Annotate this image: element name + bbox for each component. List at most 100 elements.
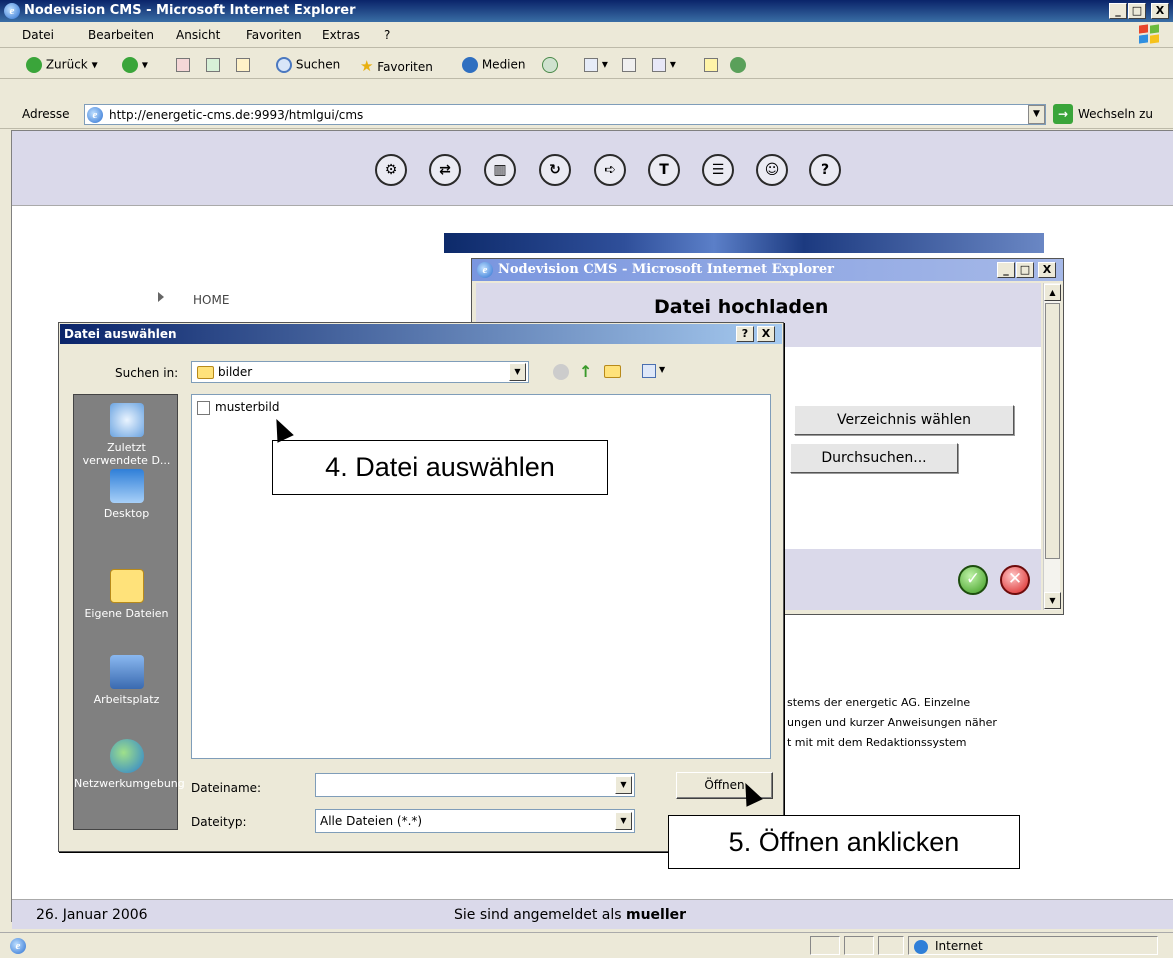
popup-close-button[interactable]: X bbox=[1038, 262, 1056, 278]
login-status: Sie sind angemeldet als mueller bbox=[454, 907, 686, 923]
mail-button[interactable]: ▾ bbox=[584, 57, 608, 72]
filetype-label: Dateityp: bbox=[191, 815, 247, 829]
forward-button[interactable]: ▾ bbox=[122, 57, 148, 73]
media-button[interactable]: Medien bbox=[462, 57, 526, 73]
dialog-title: Datei auswählen bbox=[64, 327, 177, 341]
place-my-documents[interactable]: Eigene Dateien bbox=[74, 569, 179, 620]
place-recent[interactable]: Zuletzt verwendete D... bbox=[74, 403, 179, 467]
scroll-down-icon[interactable]: ▼ bbox=[1044, 592, 1061, 609]
place-network[interactable]: Netzwerkumgebung bbox=[74, 739, 185, 790]
header-banner-image bbox=[444, 233, 1044, 253]
place-my-computer[interactable]: Arbeitsplatz bbox=[74, 655, 179, 706]
place-desktop[interactable]: Desktop bbox=[74, 469, 179, 520]
filetype-select[interactable]: Alle Dateien (*.*) bbox=[315, 809, 635, 833]
note-icon bbox=[704, 57, 718, 72]
refresh-button[interactable] bbox=[206, 57, 220, 72]
discuss-button[interactable] bbox=[704, 57, 718, 72]
menu-favoriten[interactable]: Favoriten bbox=[246, 28, 302, 42]
file-item[interactable]: musterbild bbox=[215, 400, 279, 414]
help-icon[interactable]: ? bbox=[809, 154, 841, 186]
choose-directory-button[interactable]: Verzeichnis wählen bbox=[794, 405, 1014, 435]
status-cell bbox=[810, 936, 840, 955]
stop-button[interactable] bbox=[176, 57, 190, 72]
popup-maximize-button[interactable]: □ bbox=[1016, 262, 1034, 278]
ok-check-icon[interactable]: ✓ bbox=[958, 565, 988, 595]
close-button[interactable]: X bbox=[1151, 3, 1169, 19]
go-button-label[interactable]: Wechseln zu bbox=[1078, 107, 1153, 121]
filetype-dropdown-icon[interactable]: ▼ bbox=[615, 812, 632, 830]
sync-icon[interactable]: ↻ bbox=[539, 154, 571, 186]
place-label: Desktop bbox=[103, 507, 150, 520]
back-icon[interactable] bbox=[553, 364, 569, 380]
intro-text-line: stems der energetic AG. Einzelne bbox=[787, 696, 971, 709]
go-arrow-icon[interactable]: → bbox=[1053, 104, 1073, 124]
folder-icon bbox=[197, 366, 214, 379]
messenger-icon bbox=[730, 57, 746, 73]
settings-icon[interactable]: ⚙ bbox=[375, 154, 407, 186]
address-dropdown-icon[interactable]: ▼ bbox=[1028, 105, 1045, 124]
browse-button[interactable]: Durchsuchen... bbox=[790, 443, 958, 473]
scroll-thumb[interactable] bbox=[1045, 303, 1060, 559]
forward-arrow-icon bbox=[122, 57, 138, 73]
popup-minimize-button[interactable]: _ bbox=[997, 262, 1015, 278]
desktop-icon bbox=[109, 469, 144, 503]
address-input[interactable]: e http://energetic-cms.de:9993/htmlgui/c… bbox=[84, 104, 1046, 125]
history-button[interactable] bbox=[542, 57, 558, 73]
move-icon[interactable]: ⇄ bbox=[429, 154, 461, 186]
messenger-button[interactable] bbox=[730, 57, 746, 73]
users-icon[interactable]: ☺ bbox=[756, 154, 788, 186]
menu-extras[interactable]: Extras bbox=[322, 28, 360, 42]
media-icon bbox=[462, 57, 478, 73]
place-label: Eigene Dateien bbox=[84, 607, 169, 620]
minimize-button[interactable]: _ bbox=[1109, 3, 1127, 19]
edit-button[interactable]: ▾ bbox=[652, 57, 676, 72]
delete-icon[interactable]: ▥ bbox=[484, 154, 516, 186]
scroll-up-icon[interactable]: ▲ bbox=[1044, 284, 1061, 301]
back-button[interactable]: Zurück ▾ bbox=[26, 57, 98, 73]
windows-logo-icon bbox=[1139, 24, 1161, 45]
back-arrow-icon bbox=[26, 57, 42, 73]
filename-dropdown-icon[interactable]: ▼ bbox=[615, 776, 632, 794]
view-menu-icon[interactable] bbox=[642, 364, 656, 378]
favorites-button[interactable]: ★ Favoriten bbox=[360, 57, 433, 75]
filename-input[interactable] bbox=[315, 773, 635, 797]
dialog-help-button[interactable]: ? bbox=[736, 326, 754, 342]
cms-toolbar bbox=[12, 131, 1173, 206]
intro-text-line: t mit mit dem Redaktionssystem bbox=[787, 736, 967, 749]
lookin-dropdown-icon[interactable]: ▼ bbox=[509, 363, 526, 381]
maximize-button[interactable]: □ bbox=[1128, 3, 1146, 19]
my-documents-folder-icon bbox=[109, 569, 144, 603]
word-icon bbox=[652, 57, 666, 72]
window-titlebar: e Nodevision CMS - Microsoft Internet Ex… bbox=[0, 0, 1173, 22]
menu-ansicht[interactable]: Ansicht bbox=[176, 28, 220, 42]
menu-help[interactable]: ? bbox=[384, 28, 390, 42]
popup-scrollbar[interactable]: ▲ ▼ bbox=[1043, 283, 1061, 610]
cancel-x-icon[interactable]: ✕ bbox=[1000, 565, 1030, 595]
tool-icon[interactable]: T bbox=[648, 154, 680, 186]
login-text: Sie sind angemeldet als bbox=[454, 907, 622, 923]
home-button[interactable] bbox=[236, 57, 250, 72]
window-title: Nodevision CMS - Microsoft Internet Expl… bbox=[24, 3, 356, 18]
forward-icon[interactable]: ➪ bbox=[594, 154, 626, 186]
menu-bearbeiten[interactable]: Bearbeiten bbox=[88, 28, 154, 42]
menu-datei[interactable]: Datei bbox=[22, 28, 54, 42]
lookin-value: bilder bbox=[218, 365, 253, 379]
lookin-select[interactable]: bilder ▼ bbox=[191, 361, 529, 383]
new-folder-icon[interactable] bbox=[604, 365, 621, 378]
status-cell bbox=[844, 936, 874, 955]
recent-clock-icon bbox=[109, 403, 144, 437]
place-label: Netzwerkumgebung bbox=[74, 777, 185, 790]
standard-toolbar: Zurück ▾ ▾ Suchen ★ Favoriten Medien ▾ ▾ bbox=[0, 49, 1173, 79]
print-button[interactable] bbox=[622, 57, 636, 72]
search-button[interactable]: Suchen bbox=[276, 57, 340, 73]
status-cell bbox=[878, 936, 904, 955]
up-folder-icon[interactable]: ↑ bbox=[579, 362, 592, 381]
zone-label: Internet bbox=[935, 939, 983, 953]
home-link[interactable]: HOME bbox=[193, 293, 229, 307]
dialog-close-button[interactable]: X bbox=[757, 326, 775, 342]
search-icon bbox=[276, 57, 292, 73]
popup-titlebar: e Nodevision CMS - Microsoft Internet Ex… bbox=[472, 259, 1063, 281]
view-dropdown-icon[interactable]: ▼ bbox=[659, 365, 665, 374]
globe-icon bbox=[914, 940, 928, 954]
tree-icon[interactable]: ☰ bbox=[702, 154, 734, 186]
